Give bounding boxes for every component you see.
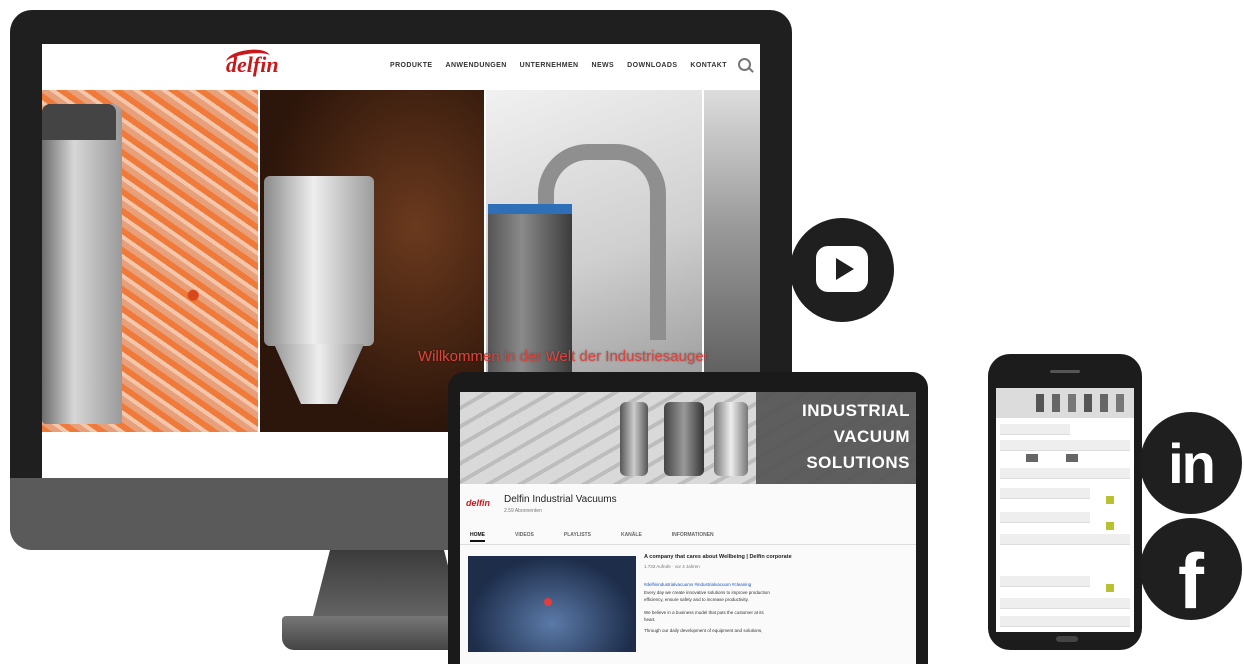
banner-line: INDUSTRIAL: [802, 401, 910, 420]
monitor-stand-neck: [312, 550, 462, 620]
phone-banner: [996, 388, 1134, 418]
linkedin-icon[interactable]: in: [1140, 412, 1242, 514]
channel-tabs: HOME VIDEOS PLAYLISTS KANÄLE INFORMATION…: [470, 532, 714, 542]
feed-badge: [1106, 522, 1114, 530]
phone-banner-vacuum: [1116, 394, 1124, 412]
feed-thumbnail: [1066, 454, 1078, 462]
tab-informationen[interactable]: INFORMATIONEN: [672, 532, 714, 542]
nav-item-produkte[interactable]: PRODUKTE: [390, 62, 432, 69]
tab-divider: [460, 544, 916, 545]
feed-row: [1000, 616, 1130, 627]
video-title[interactable]: A company that cares about Wellbeing | D…: [644, 554, 792, 560]
feed-badge: [1106, 496, 1114, 504]
feed-row: [1000, 576, 1090, 587]
nav-item-news[interactable]: NEWS: [592, 62, 615, 69]
video-meta: 1.733 Aufrufe · vor 4 Jahren: [644, 564, 700, 569]
feed-row: [1000, 440, 1130, 451]
video-hashtags-link[interactable]: #delfinindustrialvacuums #industrialvacu…: [644, 582, 751, 587]
site-logo[interactable]: delfin: [226, 52, 279, 78]
banner-line: VACUUM: [833, 427, 910, 446]
banner-vacuum-image: [664, 402, 704, 476]
nav-item-unternehmen[interactable]: UNTERNEHMEN: [520, 62, 579, 69]
nav-item-anwendungen[interactable]: ANWENDUNGEN: [445, 62, 506, 69]
phone-banner-vacuum: [1084, 394, 1092, 412]
phone-banner-vacuum: [1100, 394, 1108, 412]
phone-banner-vacuum: [1068, 394, 1076, 412]
vacuum-cleaner-image: [42, 104, 122, 424]
video-description-line: Through our daily development of equipme…: [644, 628, 763, 633]
feed-row: [1000, 598, 1130, 609]
phone-home-button[interactable]: [1056, 636, 1078, 642]
hero-divider: [258, 90, 260, 432]
banner-line: SOLUTIONS: [806, 453, 910, 472]
tablet-youtube-screen: INDUSTRIAL VACUUM SOLUTIONS delfin Delfi…: [460, 392, 916, 664]
phone-banner-vacuum: [1036, 394, 1044, 412]
search-icon[interactable]: [738, 58, 751, 71]
feed-row: [1000, 468, 1130, 479]
feed-row: [1000, 512, 1090, 523]
video-description-line: efficiency, ensure safety and to increas…: [644, 597, 749, 602]
channel-subscribers: 2.59 Abonnenten: [504, 508, 542, 514]
vacuum-separator-image: [264, 176, 374, 346]
feed-badge: [1106, 584, 1114, 592]
channel-name: Delfin Industrial Vacuums: [504, 494, 617, 505]
video-description-line: Every day we create innovative solutions…: [644, 590, 770, 595]
phone-speaker: [1050, 370, 1080, 373]
feed-row: [1000, 424, 1070, 435]
feed-row: [1000, 488, 1090, 499]
feed-thumbnail: [1026, 454, 1038, 462]
nav-item-downloads[interactable]: DOWNLOADS: [627, 62, 677, 69]
video-description-line: We believe in a business model that puts…: [644, 610, 764, 615]
tab-home[interactable]: HOME: [470, 532, 485, 542]
video-description-line: heart.: [644, 617, 656, 622]
tab-playlists[interactable]: PLAYLISTS: [564, 532, 591, 542]
banner-vacuum-image: [714, 402, 748, 476]
feed-row: [1000, 534, 1130, 545]
nav-item-kontakt[interactable]: KONTAKT: [690, 62, 727, 69]
phone-gap: [996, 548, 1134, 570]
main-navigation: PRODUKTE ANWENDUNGEN UNTERNEHMEN NEWS DO…: [390, 62, 727, 69]
banner-vacuum-image: [620, 402, 648, 476]
smartphone-linkedin-screen: [996, 388, 1134, 632]
play-icon: [836, 258, 854, 280]
hero-welcome-text: Willkommen in der Welt der Industriesaug…: [418, 348, 709, 365]
video-thumbnail[interactable]: [468, 556, 636, 652]
vacuum-motor-head: [42, 104, 116, 140]
map-marker-icon: [544, 598, 552, 606]
phone-banner-vacuum: [1052, 394, 1060, 412]
tab-videos[interactable]: VIDEOS: [515, 532, 534, 542]
facebook-icon[interactable]: f: [1140, 518, 1242, 620]
tab-kanaele[interactable]: KANÄLE: [621, 532, 642, 542]
banner-title: INDUSTRIAL VACUUM SOLUTIONS: [762, 398, 910, 476]
channel-avatar[interactable]: delfin: [466, 498, 490, 508]
